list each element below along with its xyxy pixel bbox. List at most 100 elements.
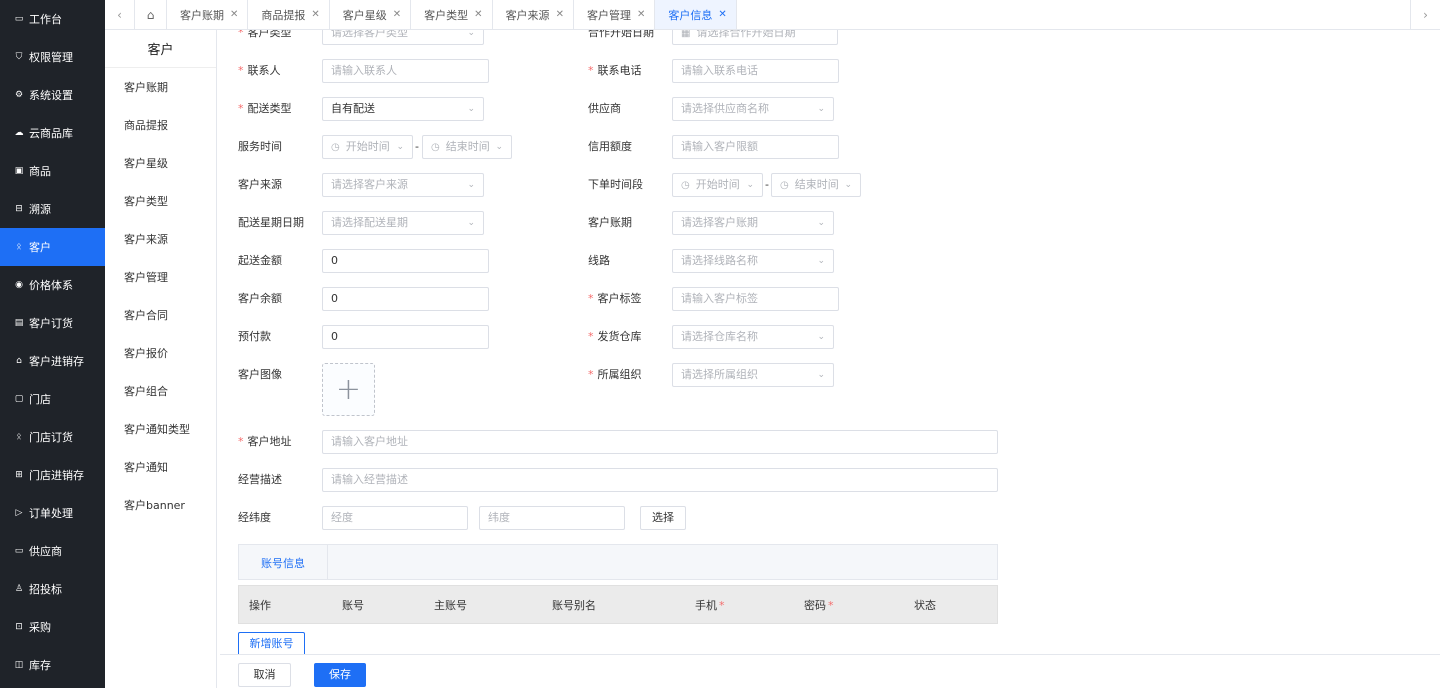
tag-label: * 客户标签 bbox=[588, 292, 642, 305]
order-end-time-picker[interactable]: ◷ 结束时间 ⌄ bbox=[771, 173, 861, 197]
purchase-icon: ⊡ bbox=[15, 622, 23, 632]
address-input[interactable]: 请输入客户地址 bbox=[322, 430, 998, 454]
column-header: 密码 * bbox=[804, 599, 834, 612]
sidebar-item-store-order[interactable]: ᛟ 门店订货 bbox=[0, 418, 105, 456]
tab-label: 客户星级 bbox=[342, 8, 387, 22]
sidebar-item-store[interactable]: ▢ 门店 bbox=[0, 380, 105, 418]
customer-submenu: 客户 客户账期 商品提报 客户星级 客户类型 客户来源 客户管理 客户合同 客户… bbox=[105, 30, 217, 688]
close-icon[interactable]: ✕ bbox=[393, 9, 401, 20]
submenu-item[interactable]: 客户通知类型 bbox=[105, 410, 216, 448]
sidebar-item-inventory[interactable]: ◫ 库存 bbox=[0, 646, 105, 684]
column-header: 账号 bbox=[342, 599, 364, 612]
range-separator: - bbox=[765, 178, 769, 191]
tab-label: 客户账期 bbox=[180, 8, 224, 22]
phone-input[interactable]: 请输入联系电话 bbox=[672, 59, 839, 83]
submenu-item[interactable]: 商品提报 bbox=[105, 106, 216, 144]
tab-customer-period[interactable]: 客户账期 ✕ bbox=[167, 0, 249, 29]
sidebar-item-label: 供应商 bbox=[29, 545, 62, 558]
sidebar-item-trace[interactable]: ⊟ 溯源 bbox=[0, 190, 105, 228]
route-label: 线路 bbox=[588, 254, 610, 267]
close-icon[interactable]: ✕ bbox=[556, 9, 564, 20]
submenu-item[interactable]: 客户banner bbox=[105, 486, 216, 524]
sidebar-item-label: 客户 bbox=[29, 241, 51, 254]
contact-input[interactable]: 请输入联系人 bbox=[322, 59, 489, 83]
min-amount-input[interactable]: 0 bbox=[322, 249, 489, 273]
delivery-week-select[interactable]: 请选择配送星期 ⌄ bbox=[322, 211, 484, 235]
close-icon[interactable]: ✕ bbox=[311, 9, 319, 20]
sidebar-item-permission[interactable]: ⛉ 权限管理 bbox=[0, 38, 105, 76]
balance-input[interactable]: 0 bbox=[322, 287, 489, 311]
cancel-button[interactable]: 取消 bbox=[238, 663, 291, 687]
sidebar-item-supplier[interactable]: ▭ 供应商 bbox=[0, 532, 105, 570]
org-select[interactable]: 请选择所属组织 ⌄ bbox=[672, 363, 834, 387]
send-icon: ▷ bbox=[15, 508, 23, 518]
order-start-time-picker[interactable]: ◷ 开始时间 ⌄ bbox=[672, 173, 763, 197]
account-period-select[interactable]: 请选择客户账期 ⌄ bbox=[672, 211, 834, 235]
chevron-left-icon: ‹ bbox=[117, 7, 122, 22]
close-icon[interactable]: ✕ bbox=[637, 9, 645, 20]
tab-goods-report[interactable]: 商品提报 ✕ bbox=[248, 0, 330, 29]
customer-type-select[interactable]: 请选择客户类型 ⌄ bbox=[322, 30, 484, 45]
close-icon[interactable]: ✕ bbox=[718, 9, 726, 20]
tab-customer-star[interactable]: 客户星级 ✕ bbox=[330, 0, 412, 29]
submenu-item[interactable]: 客户类型 bbox=[105, 182, 216, 220]
coop-start-date-picker[interactable]: ▦ 请选择合作开始日期 bbox=[672, 30, 838, 45]
lnglat-label: 经纬度 bbox=[238, 511, 271, 524]
add-account-button[interactable]: 新增账号 bbox=[238, 632, 305, 654]
tab-customer-source[interactable]: 客户来源 ✕ bbox=[493, 0, 574, 29]
close-icon[interactable]: ✕ bbox=[230, 9, 238, 20]
form-footer: 取消 保存 bbox=[220, 654, 1440, 688]
service-end-time-picker[interactable]: ◷ 结束时间 ⌄ bbox=[422, 135, 512, 159]
submenu-item[interactable]: 客户管理 bbox=[105, 258, 216, 296]
chevron-down-icon: ⌄ bbox=[467, 30, 475, 38]
sidebar-item-label: 门店订货 bbox=[29, 431, 73, 444]
customer-form: * 客户类型 请选择客户类型 ⌄ 合作开始日期 ▦ 请选择合作开始日期 * 联系人 请输… bbox=[220, 30, 1440, 654]
submenu-item[interactable]: 客户通知 bbox=[105, 448, 216, 486]
image-upload-button[interactable]: + bbox=[322, 363, 375, 416]
tab-scroll-left-button[interactable]: ‹ bbox=[105, 0, 135, 29]
close-icon[interactable]: ✕ bbox=[474, 9, 482, 20]
supplier-select[interactable]: 请选择供应商名称 ⌄ bbox=[672, 97, 834, 121]
warehouse-select[interactable]: 请选择仓库名称 ⌄ bbox=[672, 325, 834, 349]
sidebar-item-settings[interactable]: ⚙ 系统设置 bbox=[0, 76, 105, 114]
source-select[interactable]: 请选择客户来源 ⌄ bbox=[322, 173, 484, 197]
sidebar-item-workbench[interactable]: ▭ 工作台 bbox=[0, 0, 105, 38]
customer-type-label: * 客户类型 bbox=[238, 30, 292, 39]
prepay-input[interactable]: 0 bbox=[322, 325, 489, 349]
clock-icon: ◷ bbox=[331, 142, 340, 153]
delivery-type-select[interactable]: 自有配送 ⌄ bbox=[322, 97, 484, 121]
goods-icon: ▣ bbox=[14, 166, 24, 176]
sidebar-item-price[interactable]: ◉ 价格体系 bbox=[0, 266, 105, 304]
sidebar-item-customer[interactable]: ᛟ 客户 bbox=[0, 228, 105, 266]
submenu-item[interactable]: 客户来源 bbox=[105, 220, 216, 258]
tab-scroll-right-button[interactable]: › bbox=[1410, 0, 1440, 30]
tab-customer-info[interactable]: 客户信息 ✕ bbox=[655, 0, 737, 29]
submenu-item[interactable]: 客户合同 bbox=[105, 296, 216, 334]
submenu-item[interactable]: 客户报价 bbox=[105, 334, 216, 372]
latitude-input[interactable]: 纬度 bbox=[479, 506, 625, 530]
sidebar-item-goods[interactable]: ▣ 商品 bbox=[0, 152, 105, 190]
tab-customer-type[interactable]: 客户类型 ✕ bbox=[411, 0, 493, 29]
submenu-item[interactable]: 客户账期 bbox=[105, 68, 216, 106]
tab-home[interactable]: ⌂ bbox=[135, 0, 167, 29]
sidebar-item-customer-stock[interactable]: ⌂ 客户进销存 bbox=[0, 342, 105, 380]
description-input[interactable]: 请输入经营描述 bbox=[322, 468, 998, 492]
save-button[interactable]: 保存 bbox=[314, 663, 366, 687]
sidebar-item-purchase[interactable]: ⊡ 采购 bbox=[0, 608, 105, 646]
sidebar-item-bidding[interactable]: ♙ 招投标 bbox=[0, 570, 105, 608]
sidebar-item-customer-order[interactable]: ▤ 客户订货 bbox=[0, 304, 105, 342]
sidebar-item-order-process[interactable]: ▷ 订单处理 bbox=[0, 494, 105, 532]
select-location-button[interactable]: 选择 bbox=[640, 506, 686, 530]
submenu-item[interactable]: 客户星级 bbox=[105, 144, 216, 182]
longitude-input[interactable]: 经度 bbox=[322, 506, 468, 530]
tab-account-info[interactable]: 账号信息 bbox=[239, 545, 328, 580]
credit-input[interactable]: 请输入客户限额 bbox=[672, 135, 839, 159]
sidebar-item-cloud-goods[interactable]: ☁ 云商品库 bbox=[0, 114, 105, 152]
service-start-time-picker[interactable]: ◷ 开始时间 ⌄ bbox=[322, 135, 413, 159]
tab-customer-manage[interactable]: 客户管理 ✕ bbox=[574, 0, 656, 29]
balance-label: 客户余额 bbox=[238, 292, 282, 305]
route-select[interactable]: 请选择线路名称 ⌄ bbox=[672, 249, 834, 273]
tag-input[interactable]: 请输入客户标签 bbox=[672, 287, 839, 311]
submenu-item[interactable]: 客户组合 bbox=[105, 372, 216, 410]
sidebar-item-store-stock[interactable]: ⊞ 门店进销存 bbox=[0, 456, 105, 494]
